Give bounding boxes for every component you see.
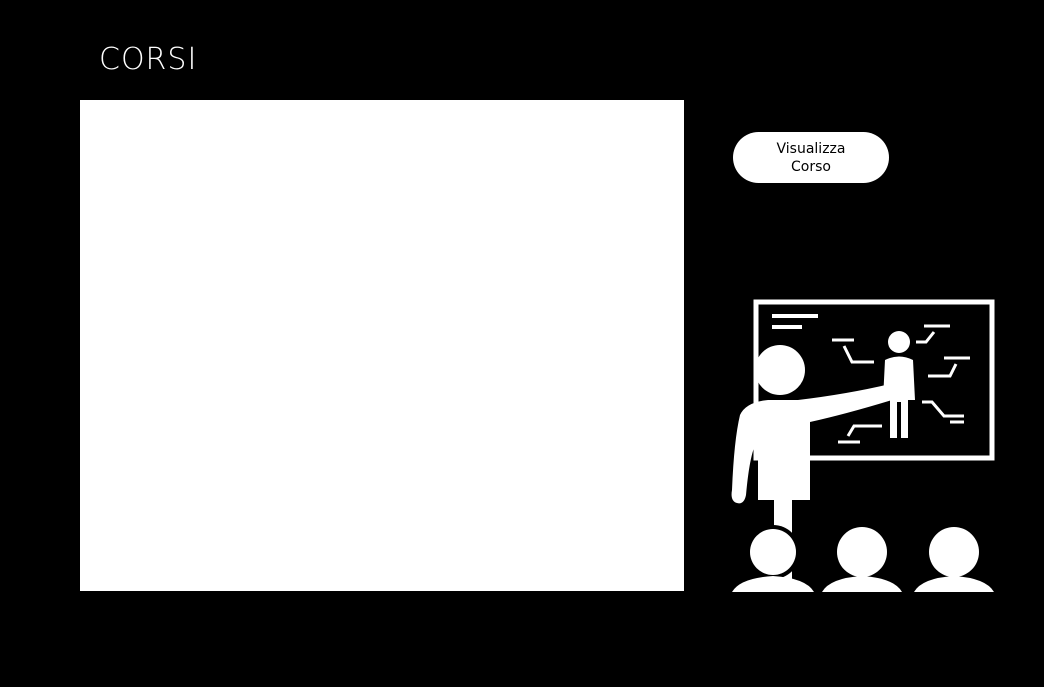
course-content-panel — [80, 100, 684, 591]
view-course-button-label: Visualizza Corso — [776, 140, 846, 175]
page-title: CORSI — [99, 42, 198, 77]
teacher-classroom-icon — [731, 299, 995, 592]
view-course-button[interactable]: Visualizza Corso — [733, 132, 889, 183]
